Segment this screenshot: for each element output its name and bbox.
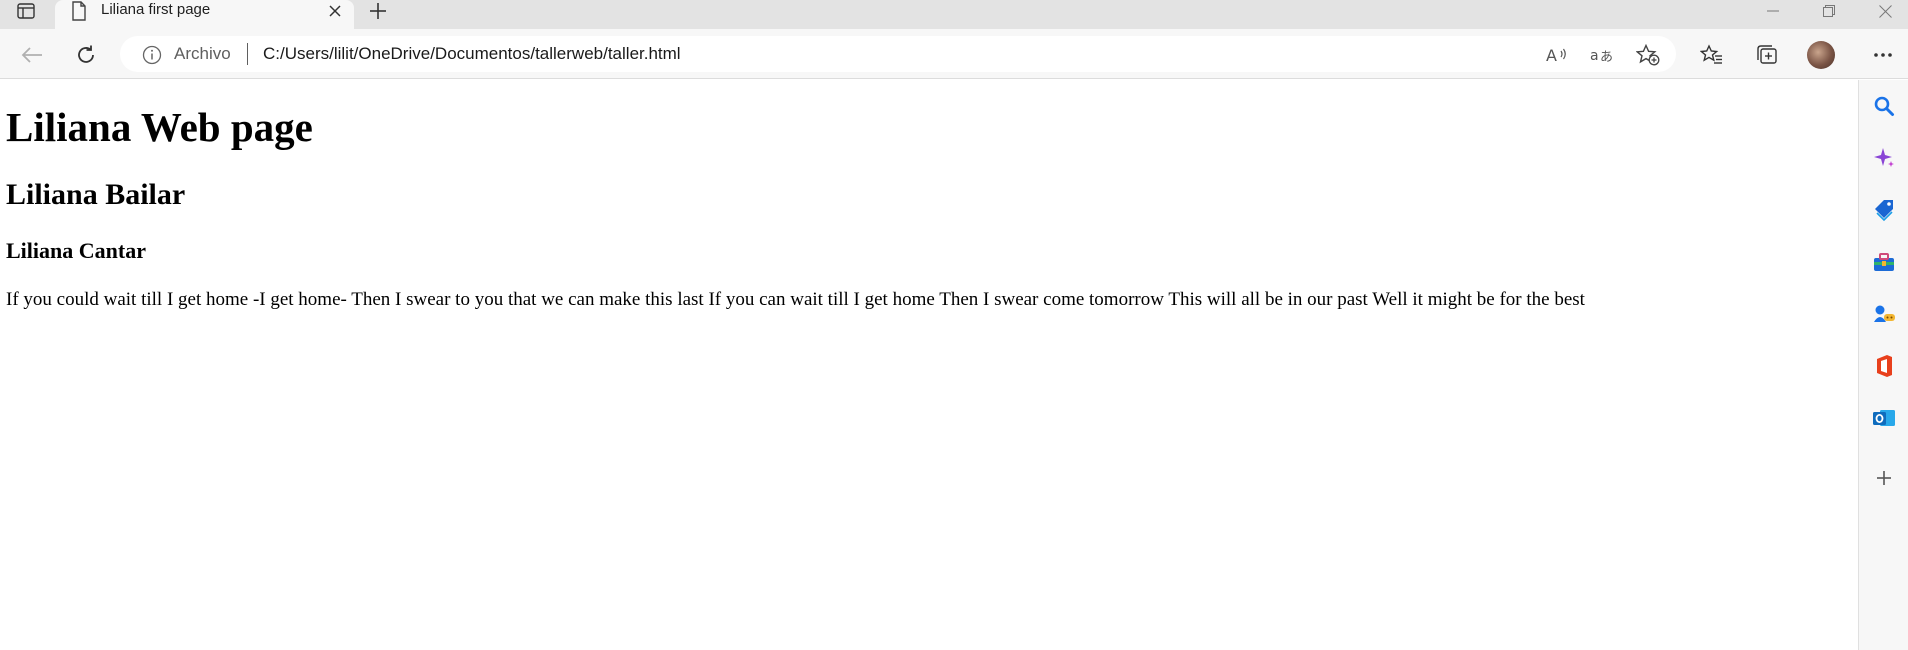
svg-text:あ: あ (1600, 50, 1613, 65)
svg-text:A: A (1546, 46, 1557, 65)
tab-strip: Liliana first page (0, 0, 1908, 29)
favorites-button[interactable] (1697, 40, 1727, 70)
address-divider (247, 43, 248, 65)
settings-menu-button[interactable] (1868, 40, 1898, 70)
sidebar-office-button[interactable] (1870, 352, 1898, 380)
page-paragraph: If you could wait till I get home -I get… (6, 289, 1585, 310)
window-close-button[interactable] (1862, 0, 1908, 22)
minimize-icon (1767, 10, 1779, 12)
back-button[interactable] (16, 39, 48, 71)
copilot-icon (1874, 148, 1894, 167)
sidebar-shopping-button[interactable] (1870, 196, 1898, 224)
avatar (1807, 41, 1835, 69)
file-icon (72, 1, 86, 21)
restore-button[interactable] (1806, 0, 1852, 22)
sidebar-add-button[interactable] (1870, 464, 1898, 492)
page-heading-2: Liliana Bailar (6, 178, 186, 211)
browser-toolbar: Archivo C:/Users/lilit/OneDrive/Document… (0, 29, 1908, 79)
sidebar-search-button[interactable] (1870, 92, 1898, 120)
tools-icon (1874, 253, 1894, 271)
sidebar-copilot-button[interactable] (1870, 144, 1898, 172)
reload-icon (78, 45, 94, 63)
tab-title: Liliana first page (101, 1, 211, 18)
reload-button[interactable] (70, 39, 102, 71)
tab-actions-button[interactable] (12, 0, 40, 22)
star-add-icon (1636, 44, 1660, 66)
sidebar-games-button[interactable] (1870, 300, 1898, 328)
games-icon (1874, 305, 1895, 322)
profile-button[interactable] (1806, 40, 1836, 70)
outlook-icon (1873, 410, 1895, 426)
shopping-icon (1875, 200, 1893, 222)
sidebar-tools-button[interactable] (1870, 248, 1898, 276)
translate-icon: a あ (1590, 48, 1613, 65)
plus-icon (370, 3, 386, 19)
more-icon (1874, 53, 1892, 57)
close-tab-button[interactable] (325, 0, 345, 22)
collections-button[interactable] (1752, 40, 1782, 70)
add-icon (1877, 471, 1891, 485)
svg-text:a: a (1590, 48, 1599, 64)
add-favorite-button[interactable] (1635, 43, 1661, 67)
search-icon (1874, 96, 1894, 116)
edge-sidebar (1858, 80, 1908, 650)
sidebar-outlook-button[interactable] (1870, 404, 1898, 432)
favorites-icon (1700, 44, 1722, 64)
page-heading-1: Liliana Web page (6, 104, 313, 150)
new-tab-button[interactable] (364, 0, 392, 22)
info-icon[interactable] (142, 45, 162, 65)
address-bar[interactable]: Archivo C:/Users/lilit/OneDrive/Document… (120, 36, 1676, 72)
url-text[interactable]: C:/Users/lilit/OneDrive/Documentos/talle… (263, 44, 681, 64)
arrow-left-icon (21, 47, 42, 63)
window-close-icon (1878, 4, 1892, 18)
close-icon (329, 5, 341, 17)
page-content: Liliana Web page Liliana Bailar Liliana … (0, 80, 1858, 650)
office-icon (1877, 355, 1892, 377)
read-aloud-button[interactable]: A (1544, 43, 1570, 67)
restore-icon (1823, 5, 1835, 17)
tab-actions-icon (17, 3, 35, 19)
collections-icon (1757, 45, 1777, 64)
minimize-button[interactable] (1750, 0, 1796, 22)
active-tab[interactable]: Liliana first page (55, 0, 354, 29)
site-info-label[interactable]: Archivo (174, 44, 231, 64)
translate-button[interactable]: a あ (1589, 43, 1615, 67)
read-aloud-icon: A (1546, 46, 1566, 65)
page-heading-3: Liliana Cantar (6, 238, 146, 263)
